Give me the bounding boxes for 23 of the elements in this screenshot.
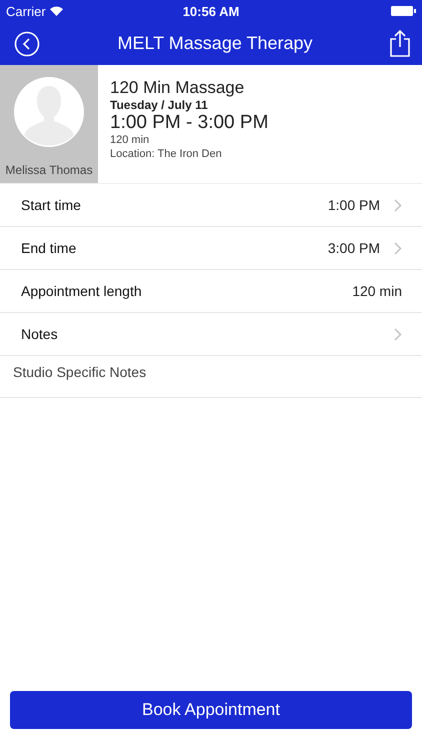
back-button[interactable] — [14, 30, 40, 56]
appointment-location: Location: The Iron Den — [110, 147, 223, 161]
studio-notes-label: Studio Specific Notes — [13, 364, 146, 380]
staff-name: Melissa Thomas — [5, 163, 93, 177]
appointment-time-range: 1:00 PM - 3:00 PM — [110, 112, 268, 133]
row-value: 3:00 PM — [328, 240, 380, 256]
nav-title: MELT Massage Therapy — [117, 33, 313, 54]
row-label: Appointment length — [21, 283, 143, 299]
battery-icon — [391, 6, 416, 16]
appointment-date: Tuesday / July 11 — [110, 98, 209, 112]
appointment-title: 120 Min Massage — [110, 78, 246, 98]
row-value: 120 min — [352, 283, 402, 299]
row-label: Start time — [21, 197, 82, 213]
row-label: Notes — [21, 326, 59, 342]
carrier-label: Carrier — [6, 4, 46, 18]
status-time: 10:56 AM — [182, 4, 240, 18]
avatar-icon — [13, 76, 85, 148]
row-label: End time — [21, 240, 78, 256]
appointment-duration: 120 min — [110, 133, 150, 147]
book-appointment-button[interactable]: Book Appointment — [10, 691, 412, 729]
wifi-icon — [50, 6, 63, 16]
share-button[interactable] — [390, 30, 410, 57]
row-value: 1:00 PM — [328, 197, 380, 213]
